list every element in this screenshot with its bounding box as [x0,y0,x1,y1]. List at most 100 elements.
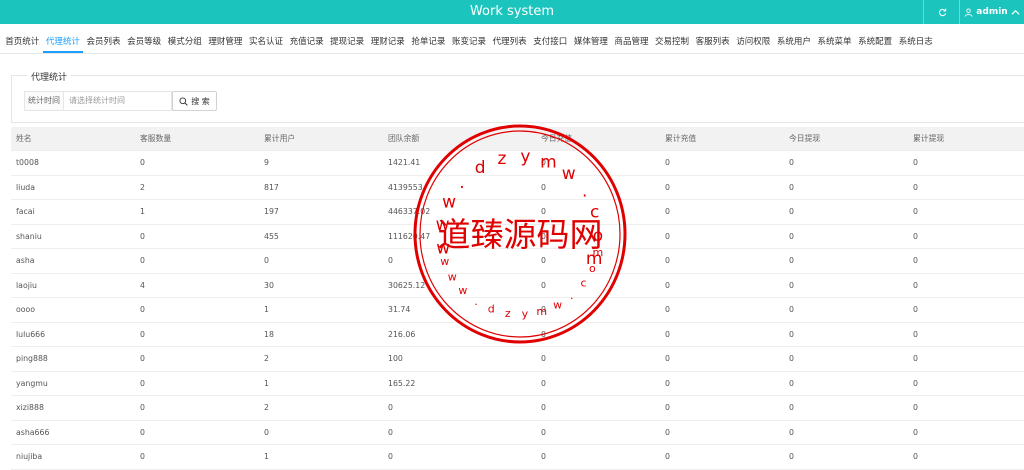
table-row: shaniu 0 455 111620.47 0 0 0 0 [11,225,1024,249]
column-header: 今日充值 [541,134,573,143]
table-row: xizi888 0 2 0 0 0 0 0 [11,396,1024,421]
search-button[interactable]: 搜 索 [172,91,217,111]
nav-item[interactable]: 充值记录 [286,27,327,53]
table-cell: 0 [665,403,670,413]
table-cell: 0 [665,305,670,315]
nav-item[interactable]: 模式分组 [164,27,205,53]
nav-item[interactable]: 商品管理 [611,27,652,53]
table-cell: 0 [913,158,918,168]
nav-item[interactable]: 系统日志 [895,27,936,53]
time-input[interactable]: 请选择统计时间 [64,92,171,110]
table-cell: 0 [541,452,546,462]
table-cell: 0 [913,305,918,315]
table-cell: 197 [264,207,279,217]
app-title: Work system [469,4,555,19]
table-cell: liuda [16,182,36,192]
table-row: laojiu 4 30 30625.12 0 0 0 0 [11,274,1024,298]
table-cell: 1 [264,305,269,315]
nav-item[interactable]: 媒体管理 [571,27,612,53]
table-cell: 0 [264,427,269,437]
table-cell: 455 [264,231,279,241]
table-cell: 0 [789,354,794,364]
nav-item[interactable]: 会员列表 [83,27,124,53]
nav-item[interactable]: 代理列表 [489,27,530,53]
table-cell: 0 [913,378,918,388]
table-cell: 0 [541,207,546,217]
user-name: admin [976,7,1008,17]
column-header: 团队余额 [388,134,420,143]
table-cell: asha [16,256,35,266]
nav-item[interactable]: 支付接口 [530,27,571,53]
table-cell: 165.22 [388,378,416,388]
nav-item[interactable]: 系统用户 [774,27,815,53]
nav-item[interactable]: 实名认证 [246,27,287,53]
column-header: 今日提现 [789,134,821,143]
filter-legend: 代理统计 [27,70,72,83]
nav-item[interactable]: 系统配置 [855,27,896,53]
column-header: 累计用户 [264,134,296,143]
nav-item[interactable]: 代理统计 [42,27,84,53]
nav-item[interactable]: 账变记录 [449,27,490,53]
table-cell: 0 [913,256,918,266]
table-cell: 0 [388,427,393,437]
table-cell: 0 [789,182,794,192]
table-cell: 0 [913,182,918,192]
nav-item[interactable]: 会员等级 [124,27,165,53]
table-cell: oooo [16,305,36,315]
table-cell: 0 [541,231,546,241]
table-row: niujiba 0 1 0 0 0 0 0 [11,445,1024,470]
table-cell: 0 [913,231,918,241]
table-cell: 0 [913,207,918,217]
table-cell: 4139553 [388,182,423,192]
table-cell: 0 [665,427,670,437]
table-cell: yangmu [16,378,48,388]
table-row: lulu666 0 18 216.06 0 0 0 0 [11,323,1024,347]
table-cell: 2 [140,182,145,192]
refresh-button[interactable] [923,0,960,24]
table-cell: niujiba [16,452,43,462]
user-menu[interactable]: admin [959,0,1024,24]
table-cell: 0 [665,354,670,364]
agent-table: 姓名 客服数量 累计用户 团队余额 今日充值 累计充值 今日提现 累计提现 t0008 0 9 142… [11,127,1024,470]
table-cell: 0 [665,207,670,217]
refresh-icon [938,8,946,16]
table-cell: 0 [789,427,794,437]
table-row: liuda 2 817 4139553 0 0 0 0 [11,176,1024,200]
table-cell: 0 [913,452,918,462]
nav-item[interactable]: 理财记录 [367,27,408,53]
table-cell: 0 [913,427,918,437]
nav-item[interactable]: 首页统计 [2,27,43,53]
nav-item[interactable]: 访问权限 [733,27,774,53]
table-cell: 0 [665,231,670,241]
table-cell: 0 [789,452,794,462]
table-cell: 0 [541,256,546,266]
table-cell: 0 [140,256,145,266]
table-cell: 0 [789,256,794,266]
table-row: ping888 0 2 100 0 0 0 0 [11,347,1024,372]
nav-item[interactable]: 客服列表 [692,27,733,53]
table-cell: 1 [264,378,269,388]
table-cell: 0 [541,329,546,339]
column-header: 累计充值 [665,134,697,143]
nav-item[interactable]: 提现记录 [327,27,368,53]
table-header: 姓名 客服数量 累计用户 团队余额 今日充值 累计充值 今日提现 累计提现 [11,127,1024,151]
table-cell: 2 [264,403,269,413]
time-label: 统计时间 [25,92,64,110]
time-field[interactable]: 统计时间 请选择统计时间 [24,91,172,111]
nav-item[interactable]: 系统菜单 [814,27,855,53]
nav-item[interactable]: 抢单记录 [408,27,449,53]
nav-item[interactable]: 交易控制 [652,27,693,53]
table-cell: 0 [264,256,269,266]
nav-item[interactable]: 理财管理 [205,27,246,53]
filter-panel: 代理统计 统计时间 请选择统计时间 搜 索 [11,70,1024,123]
table-cell: 0 [541,427,546,437]
table-cell: 0 [913,403,918,413]
table-cell: 0 [913,354,918,364]
table-cell: 0 [140,158,145,168]
table-cell: 30625.12 [388,280,426,290]
table-cell: 0 [789,158,794,168]
table-row: yangmu 0 1 165.22 0 0 0 0 [11,372,1024,396]
table-cell: 0 [388,403,393,413]
table-cell: 0 [789,280,794,290]
top-bar: Work system admin [0,0,1024,24]
